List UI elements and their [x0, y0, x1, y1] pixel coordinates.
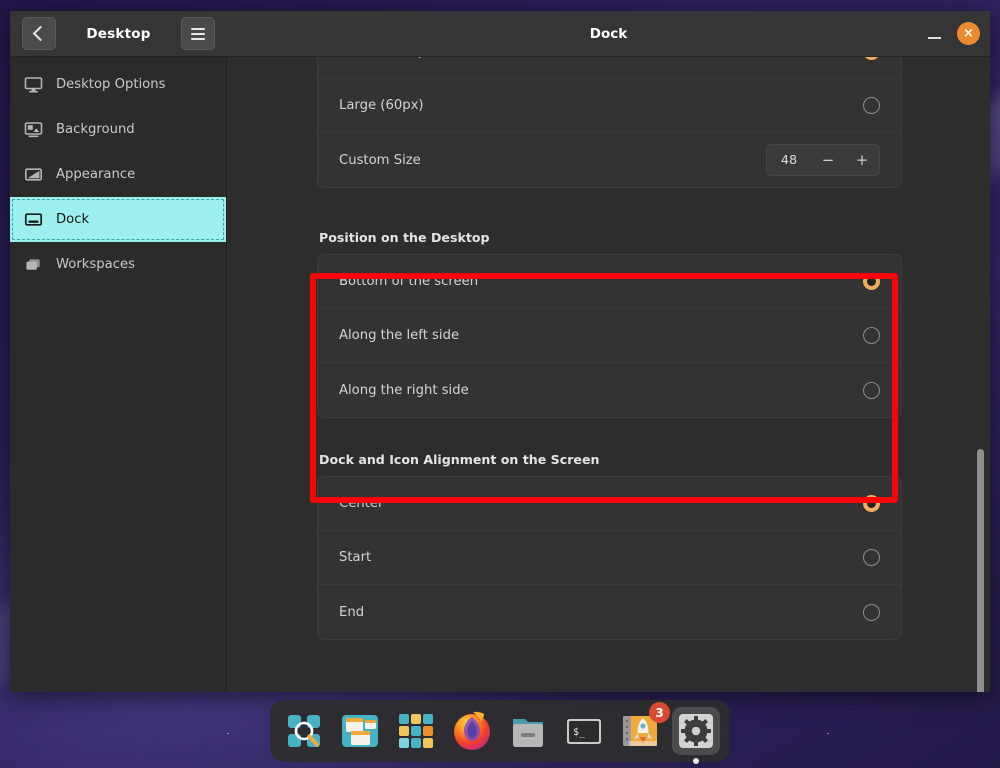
alignment-option-start[interactable]: Start [318, 531, 901, 585]
sidebar-item-workspaces[interactable]: Workspaces [10, 242, 226, 287]
window-body: Desktop Options Background [10, 57, 990, 692]
sidebar-item-label: Dock [56, 212, 89, 227]
custom-size-value[interactable]: 48 [767, 153, 811, 168]
row-label: Start [339, 550, 863, 565]
icon-size-option-medium[interactable]: Medium (48px) [318, 57, 901, 79]
window-title: Dock [227, 26, 990, 42]
radio-large[interactable] [863, 97, 880, 114]
sidebar-item-label: Background [56, 122, 135, 137]
scrollbar-track[interactable] [977, 57, 986, 692]
hamburger-menu-icon [191, 28, 205, 40]
workspaces-icon [24, 255, 43, 274]
sidebar-item-desktop-options[interactable]: Desktop Options [10, 62, 226, 107]
dock-item-firefox[interactable] [448, 707, 496, 755]
sidebar-item-label: Workspaces [56, 257, 135, 272]
row-label: Medium (48px) [339, 57, 863, 59]
desktop-background: Desktop Dock × [0, 0, 1000, 768]
radio-center[interactable] [863, 495, 880, 512]
position-option-left[interactable]: Along the left side [318, 309, 901, 363]
row-label: End [339, 605, 863, 620]
notification-badge: 3 [649, 702, 670, 723]
dock-icon [24, 210, 43, 229]
position-option-bottom[interactable]: Bottom of the screen [318, 255, 901, 309]
main-menu-button[interactable] [181, 17, 215, 50]
alignment-group-title: Dock and Icon Alignment on the Screen [319, 452, 902, 467]
radio-bottom-of-screen[interactable] [863, 273, 880, 290]
increment-button[interactable]: + [845, 145, 879, 175]
alignment-option-end[interactable]: End [318, 585, 901, 639]
activities-search-icon [284, 711, 324, 751]
row-label: Bottom of the screen [339, 274, 863, 289]
running-indicator [693, 758, 699, 764]
alignment-card: Center Start End [317, 476, 902, 640]
dock-item-activities-search[interactable] [280, 707, 328, 755]
appearance-icon [24, 165, 43, 184]
sidebar-header: Desktop [10, 11, 227, 56]
close-button[interactable]: × [957, 22, 980, 45]
scroll-content: Medium (48px) Large (60px) Custom Size 4… [227, 57, 990, 640]
position-card: Bottom of the screen Along the left side… [317, 254, 902, 418]
dock-item-files[interactable] [504, 707, 552, 755]
window-controls: × [925, 22, 980, 45]
firefox-icon [451, 710, 493, 752]
window-overview-icon [340, 711, 380, 751]
alignment-option-center[interactable]: Center [318, 477, 901, 531]
icon-size-option-large[interactable]: Large (60px) [318, 79, 901, 133]
window-header-bar: Desktop Dock × [10, 11, 990, 57]
custom-size-stepper: 48 − + [766, 144, 880, 176]
dock-item-software-center[interactable]: 3 [616, 707, 664, 755]
custom-size-row: Custom Size 48 − + [318, 133, 901, 187]
sidebar-item-dock[interactable]: Dock [10, 197, 226, 242]
decrement-button[interactable]: − [811, 145, 845, 175]
sidebar: Desktop Options Background [10, 57, 227, 692]
minimize-button[interactable] [925, 25, 943, 43]
app-grid-icon [396, 711, 436, 751]
dock-item-terminal[interactable]: $_ [560, 707, 608, 755]
dock-item-settings[interactable] [672, 707, 720, 755]
row-label: Large (60px) [339, 98, 863, 113]
radio-along-right-side[interactable] [863, 382, 880, 399]
settings-window: Desktop Dock × [10, 11, 990, 692]
settings-content-pane: Medium (48px) Large (60px) Custom Size 4… [227, 57, 990, 692]
radio-start[interactable] [863, 549, 880, 566]
files-icon [508, 711, 548, 751]
alignment-group: Dock and Icon Alignment on the Screen Ce… [317, 452, 902, 640]
row-label: Along the right side [339, 383, 863, 398]
window-title-area: Dock × [227, 11, 990, 56]
sidebar-item-label: Desktop Options [56, 77, 165, 92]
back-button[interactable] [22, 17, 56, 50]
sidebar-item-appearance[interactable]: Appearance [10, 152, 226, 197]
dock-item-app-grid[interactable] [392, 707, 440, 755]
radio-along-left-side[interactable] [863, 327, 880, 344]
wallpaper-icon [24, 120, 43, 139]
scrollbar-thumb[interactable] [977, 449, 984, 692]
position-group: Position on the Desktop Bottom of the sc… [317, 230, 902, 418]
svg-text:$_: $_ [573, 727, 586, 738]
sidebar-item-label: Appearance [56, 167, 135, 182]
dock: $_ 3 [270, 700, 730, 762]
radio-medium[interactable] [863, 57, 880, 60]
row-label: Center [339, 496, 863, 511]
dock-item-window-overview[interactable] [336, 707, 384, 755]
terminal-icon: $_ [564, 711, 604, 751]
row-label: Along the left side [339, 328, 863, 343]
position-group-title: Position on the Desktop [319, 230, 902, 245]
position-option-right[interactable]: Along the right side [318, 363, 901, 417]
monitor-icon [24, 75, 43, 94]
icon-size-card: Medium (48px) Large (60px) Custom Size 4… [317, 57, 902, 188]
row-label: Custom Size [339, 153, 766, 168]
sidebar-item-background[interactable]: Background [10, 107, 226, 152]
sidebar-title: Desktop [86, 26, 150, 42]
settings-icon [677, 712, 715, 750]
chevron-left-icon [33, 26, 49, 42]
radio-end[interactable] [863, 604, 880, 621]
